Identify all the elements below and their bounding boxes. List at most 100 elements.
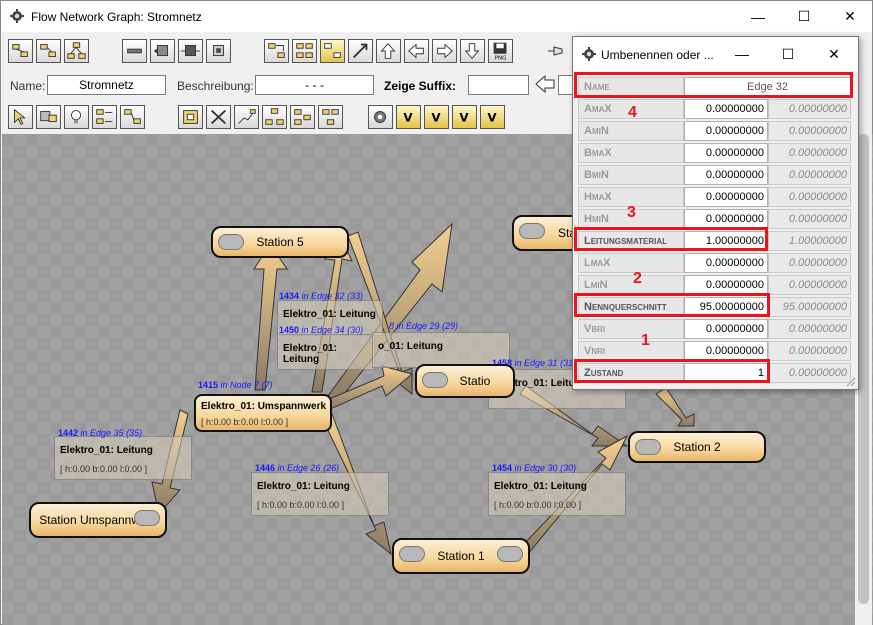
station-umspannwerk[interactable]: Station Umspannwerk [29, 502, 167, 538]
node-list-icon[interactable] [92, 105, 117, 129]
tree-layout-icon[interactable] [64, 39, 89, 63]
minus-tool-icon[interactable] [122, 39, 147, 63]
node-frame-icon[interactable] [206, 39, 231, 63]
edge-list-icon[interactable] [120, 105, 145, 129]
prop-value-input[interactable]: 0.00000000 [684, 209, 768, 229]
suffix-label: Zeige Suffix: [384, 79, 457, 93]
edge-card[interactable]: Elektro_01: Leitung [ h:0.00 b:0.00 l:0.… [54, 436, 192, 480]
prop-value-input[interactable]: 0.00000000 [684, 187, 768, 207]
prop-row: LmiN 0.00000000 0.00000000 [578, 275, 851, 295]
prop-value-input[interactable]: 0.00000000 [684, 99, 768, 119]
description-field[interactable]: - - - [255, 75, 374, 95]
scroll-thumb[interactable] [858, 134, 869, 604]
node-ref-label: 1450 in Edge 34 (30) [279, 325, 364, 335]
maximize-button[interactable]: ☐ [781, 1, 827, 32]
align-nodes-icon[interactable] [290, 105, 315, 129]
view-v1-icon[interactable]: V [396, 105, 421, 129]
prop-default-value: 0.00000000 [768, 99, 851, 119]
prop-value-input[interactable]: 0.00000000 [684, 165, 768, 185]
connector-icon [422, 372, 448, 388]
prop-default-value: 0.00000000 [768, 165, 851, 185]
name-field[interactable]: Stromnetz [47, 75, 166, 95]
group-box-icon[interactable] [178, 105, 203, 129]
prop-label: LmaX [578, 253, 684, 273]
prop-value-input[interactable]: 0.00000000 [684, 143, 768, 163]
connector-icon [218, 234, 244, 250]
edge-arrow [655, 387, 695, 427]
connector-icon [497, 546, 523, 562]
lightbulb-icon[interactable] [64, 105, 89, 129]
prop-default-value: 0.00000000 [768, 209, 851, 229]
prop-default-value: 0.00000000 [768, 341, 851, 361]
edge-card-title: Elektro_01: Leitung [283, 309, 376, 320]
svg-text:V: V [403, 111, 413, 125]
connector-icon [134, 510, 160, 526]
node-image-icon[interactable] [36, 105, 61, 129]
suffix-field[interactable] [468, 75, 529, 95]
add-edge-tool-icon[interactable] [36, 39, 61, 63]
prop-row: BmaX 0.00000000 0.00000000 [578, 143, 851, 163]
svg-text:PNG: PNG [495, 55, 507, 61]
annotation-number: 1 [641, 332, 650, 349]
arrow-down-icon[interactable] [460, 39, 485, 63]
prop-label: Vbri [578, 319, 684, 339]
edge-card[interactable]: Elektro_01: Leitung [277, 334, 375, 370]
edge-card-title: Elektro_01: Leitung [257, 481, 350, 492]
station-1[interactable]: Station 1 [392, 538, 530, 574]
distribute-nodes-icon[interactable] [318, 105, 343, 129]
node-box-icon[interactable] [178, 39, 203, 63]
prop-value-input[interactable]: 0.00000000 [684, 319, 768, 339]
highlight-nennquerschnitt [574, 293, 770, 317]
pin-icon[interactable] [546, 43, 566, 59]
grid-layout-icon[interactable] [292, 39, 317, 63]
arrow-left-icon[interactable] [404, 39, 429, 63]
prop-label: BmaX [578, 143, 684, 163]
move-node-icon[interactable] [150, 39, 175, 63]
prop-value-input[interactable]: 0.00000000 [684, 341, 768, 361]
node-ref-label: 1454 in Edge 30 (30) [492, 463, 577, 473]
hierarchy-icon[interactable] [262, 105, 287, 129]
dialog-minimize-button[interactable]: — [719, 39, 765, 69]
import-graph-icon[interactable] [264, 39, 289, 63]
arrow-right-icon[interactable] [432, 39, 457, 63]
svg-text:V: V [487, 111, 497, 125]
station-partial[interactable]: Statio [415, 364, 515, 398]
view-v2-icon[interactable]: V [424, 105, 449, 129]
annotation-number: 2 [633, 270, 642, 287]
minimize-button[interactable]: — [735, 1, 781, 32]
dialog-maximize-button[interactable]: ☐ [765, 39, 811, 69]
close-button[interactable]: ✕ [827, 1, 873, 32]
arrow-left-outline-icon[interactable] [534, 73, 556, 95]
prop-value-input[interactable]: 0.00000000 [684, 121, 768, 141]
edge-card[interactable]: Elektro_01: Leitung [ h:0.00 b:0.00 l:0.… [251, 472, 389, 516]
group-nodes-icon[interactable] [320, 39, 345, 63]
station-label: Station 5 [256, 235, 304, 249]
layout-curve-icon[interactable] [234, 105, 259, 129]
add-node-tool-icon[interactable] [8, 39, 33, 63]
view-v3-icon[interactable]: V [452, 105, 477, 129]
select-tool-icon[interactable] [8, 105, 33, 129]
node-ref-label: 1442 in Edge 35 (35) [58, 428, 143, 438]
edge-card[interactable]: o_01: Leitung [372, 332, 510, 368]
station-2[interactable]: Station 2 [628, 431, 766, 463]
delete-edges-icon[interactable] [206, 105, 231, 129]
node-card-title: Elektro_01: Umspannwerk [201, 401, 327, 412]
edge-card[interactable]: Elektro_01: Leitung [ h:0.00 b:0.00 l:0.… [488, 472, 626, 516]
expand-icon[interactable] [348, 39, 373, 63]
svg-text:V: V [431, 111, 441, 125]
arrow-up-icon[interactable] [376, 39, 401, 63]
prop-row: BmiN 0.00000000 0.00000000 [578, 165, 851, 185]
settings-gear-icon[interactable] [368, 105, 393, 129]
resize-grip-icon[interactable] [846, 377, 856, 387]
prop-value-input[interactable]: 0.00000000 [684, 253, 768, 273]
station-5[interactable]: Station 5 [211, 226, 349, 258]
export-png-icon[interactable]: PNG [488, 39, 513, 63]
highlight-leitungsmaterial [574, 227, 768, 251]
prop-value-input[interactable]: 0.00000000 [684, 275, 768, 295]
node-umspannwerk-card[interactable]: Elektro_01: Umspannwerk [ h:0.00 b:0.00 … [194, 394, 332, 432]
station-label: Station 1 [437, 549, 485, 563]
dialog-close-button[interactable]: ✕ [811, 39, 857, 69]
edge-card-values: [ h:0.00 b:0.00 l:0.00 ] [494, 500, 582, 510]
prop-row: Vbri 0.00000000 0.00000000 [578, 319, 851, 339]
view-v4-icon[interactable]: V [480, 105, 505, 129]
